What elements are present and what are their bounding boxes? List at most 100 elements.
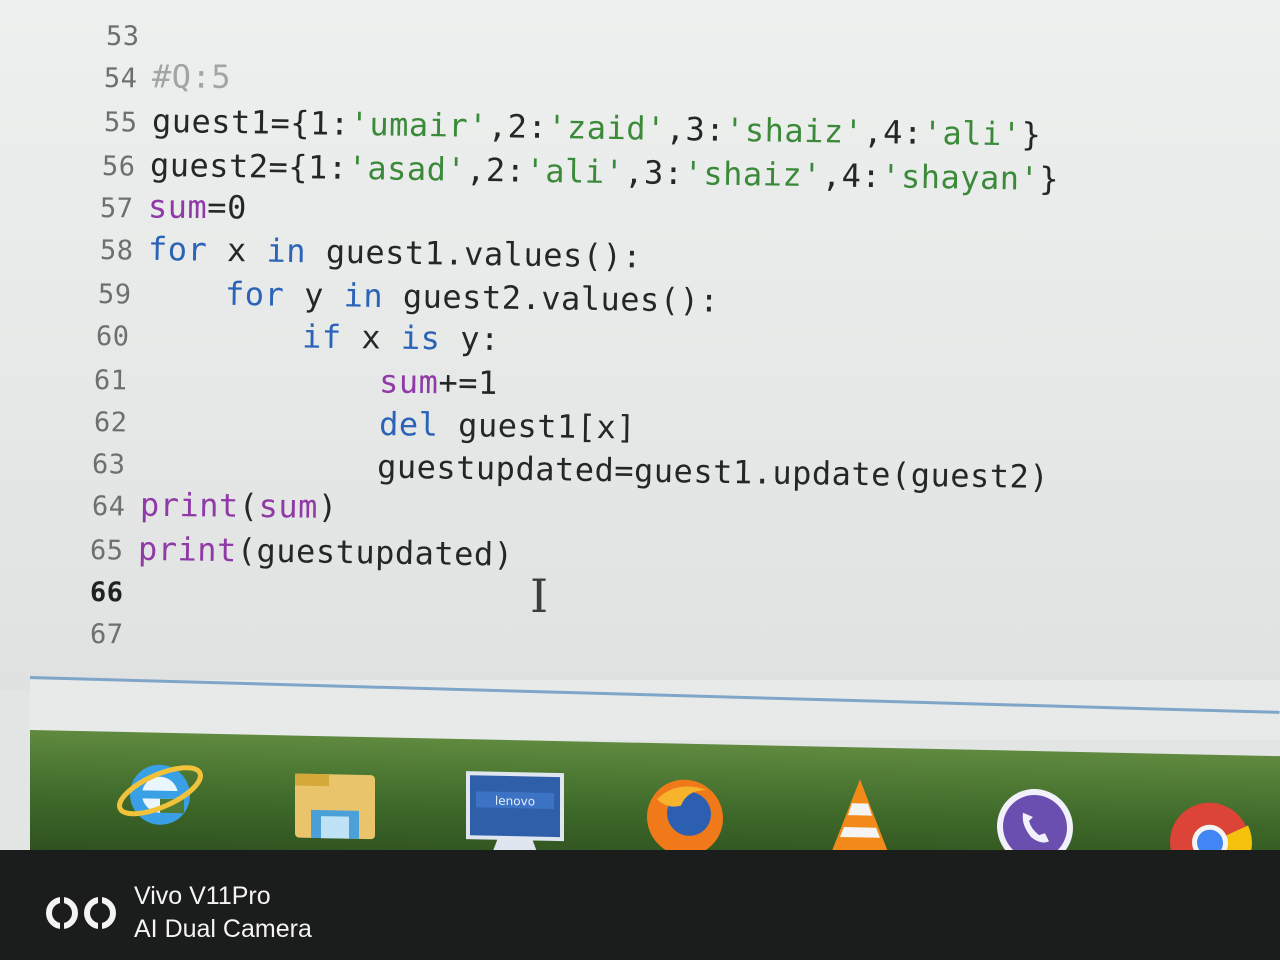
- code-token: 'shayan': [880, 157, 1040, 198]
- monitor-screen: 53 54 #Q:5 55 guest1={1:'umair',2:'zaid',3:'…: [0, 0, 1280, 850]
- line-number: 57: [99, 193, 134, 225]
- code-line[interactable]: 60 if x is y:: [96, 314, 500, 359]
- line-number: 58: [99, 235, 134, 267]
- code-text: print(guestupdated): [138, 530, 514, 574]
- lenovo-label: lenovo: [495, 794, 535, 809]
- code-token: 'ali': [922, 113, 1022, 154]
- code-token: (guestupdated): [236, 531, 514, 574]
- code-text: for x in guest1.values():: [148, 230, 643, 276]
- line-number: 56: [101, 151, 136, 183]
- code-line[interactable]: 61 sum+=1: [94, 358, 498, 403]
- code-token: 'umair': [349, 104, 489, 146]
- code-line[interactable]: 58 for x in guest1.values():: [100, 228, 643, 277]
- code-token: }: [1021, 115, 1042, 154]
- viber-icon[interactable]: [985, 780, 1085, 850]
- output-pane[interactable]: [30, 680, 1280, 740]
- vlc-icon[interactable]: [810, 770, 910, 850]
- code-text: print(sum): [140, 486, 338, 526]
- code-editor[interactable]: 53 54 #Q:5 55 guest1={1:'umair',2:'zaid',3:'…: [0, 0, 1280, 690]
- camera-logo-icon: [46, 897, 116, 929]
- code-token: guest1={1:: [151, 101, 350, 143]
- code-token: print: [139, 485, 240, 525]
- code-token: =0: [207, 188, 248, 227]
- code-token: ): [317, 487, 338, 526]
- line-number: 53: [105, 21, 140, 53]
- line-number: 55: [103, 107, 138, 139]
- code-text: #Q:5: [152, 57, 231, 96]
- code-line[interactable]: 59 for y in guest2.values():: [98, 272, 720, 321]
- line-number: 67: [89, 619, 124, 651]
- code-token: in: [266, 231, 307, 271]
- line-number: 64: [91, 491, 126, 523]
- line-number: 59: [97, 279, 132, 311]
- code-token: sum: [147, 187, 208, 227]
- code-token: in: [343, 276, 384, 315]
- code-text: guest2={1:'asad',2:'ali',3:'shaiz',4:'sh…: [150, 146, 1060, 198]
- code-text: for y in guest2.values():: [146, 274, 720, 320]
- code-token: (: [238, 486, 259, 526]
- code-token: 'shaiz': [724, 110, 864, 151]
- code-token: y:: [440, 319, 500, 358]
- line-number: 66: [89, 577, 124, 609]
- line-number: 60: [95, 321, 130, 353]
- text-cursor-icon: I: [530, 569, 549, 623]
- watermark-subtitle: AI Dual Camera: [134, 915, 312, 943]
- code-token: x: [206, 230, 267, 270]
- code-token: ,3:: [665, 109, 726, 149]
- code-token: x: [341, 318, 402, 357]
- code-token: guest1[x]: [438, 405, 637, 447]
- code-line[interactable]: 62 del guest1[x]: [94, 400, 637, 448]
- code-token: for: [147, 229, 208, 269]
- code-line[interactable]: 57 sum=0: [100, 186, 247, 228]
- code-token: guest2={1:: [149, 145, 348, 187]
- code-token: guest1.values():: [305, 232, 643, 276]
- code-token: del: [378, 404, 439, 444]
- camera-watermark: Vivo V11Pro AI Dual Camera: [44, 878, 312, 948]
- code-text: sum+=1: [142, 360, 498, 402]
- code-token: sum: [378, 362, 439, 402]
- code-line[interactable]: 65 print(guestupdated): [90, 528, 514, 575]
- code-text: if x is y:: [144, 316, 500, 358]
- lenovo-icon[interactable]: lenovo: [460, 761, 570, 850]
- line-number: 65: [89, 535, 124, 567]
- code-token: +=1: [438, 363, 498, 402]
- internet-explorer-icon[interactable]: [110, 742, 210, 844]
- code-token: sum: [258, 487, 319, 526]
- code-token: ,4:: [821, 156, 882, 196]
- code-line[interactable]: 67: [90, 612, 138, 652]
- line-number: 63: [91, 449, 126, 481]
- taskbar: lenovo: [30, 730, 1280, 850]
- code-line[interactable]: 66: [90, 570, 138, 610]
- chrome-icon[interactable]: [1160, 792, 1260, 850]
- code-token: print: [137, 529, 238, 570]
- watermark-model: Vivo V11Pro: [134, 882, 271, 910]
- code-token: if: [301, 317, 342, 356]
- line-number: 62: [93, 407, 128, 439]
- code-token: ,2:: [487, 107, 548, 146]
- code-token: #Q:5: [151, 57, 232, 96]
- code-token: 'asad': [347, 148, 467, 189]
- code-token: 'zaid': [546, 107, 667, 148]
- code-text: del guest1[x]: [142, 402, 637, 447]
- code-token: guest2.values():: [382, 276, 720, 320]
- code-line[interactable]: 64 print(sum): [92, 484, 338, 527]
- firefox-icon[interactable]: [635, 767, 735, 850]
- code-line[interactable]: 53: [106, 14, 154, 54]
- code-token: }: [1039, 159, 1060, 199]
- code-line[interactable]: 54 #Q:5: [104, 56, 231, 97]
- code-text: sum=0: [148, 188, 247, 227]
- code-token: ,2:: [465, 150, 526, 190]
- code-token: for: [224, 274, 285, 314]
- code-token: y: [284, 275, 344, 315]
- code-token: is: [400, 318, 441, 358]
- line-number: 54: [103, 63, 138, 95]
- line-number: 61: [93, 365, 128, 397]
- code-token: ,3:: [624, 153, 684, 193]
- code-token: 'ali': [525, 151, 625, 192]
- code-token: 'shaiz': [683, 154, 823, 195]
- file-explorer-icon[interactable]: [285, 753, 385, 850]
